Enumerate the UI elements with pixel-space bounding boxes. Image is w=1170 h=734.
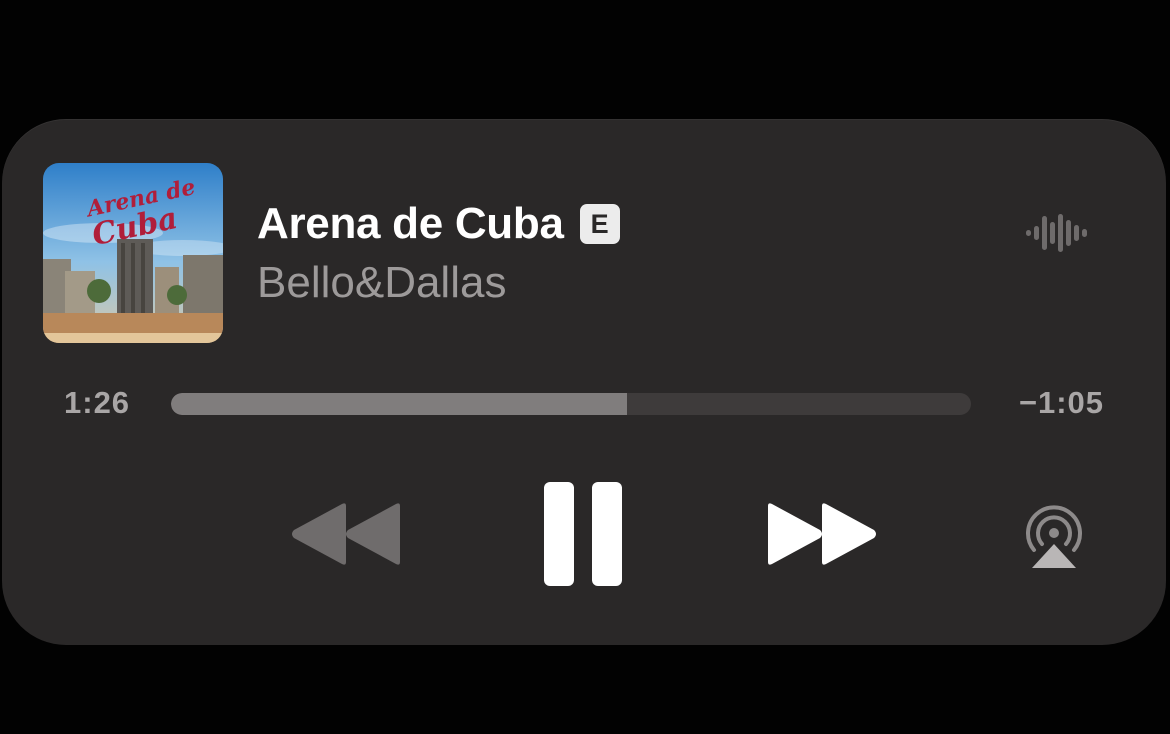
airplay-icon xyxy=(1026,505,1082,568)
progress-scrubber[interactable] xyxy=(171,393,971,415)
fast-forward-button[interactable] xyxy=(764,500,880,568)
rewind-icon xyxy=(292,503,400,565)
album-artwork[interactable]: Arena de Cuba xyxy=(43,163,223,343)
pause-button[interactable] xyxy=(542,480,626,588)
artist-name[interactable]: Bello&Dallas xyxy=(257,258,506,308)
waveform-icon xyxy=(1024,212,1094,254)
track-title: Arena de Cuba xyxy=(257,199,564,248)
airplay-button[interactable] xyxy=(1018,500,1090,570)
pause-icon xyxy=(544,482,622,586)
title-row: Arena de Cuba E xyxy=(257,196,620,252)
progress-fill xyxy=(171,393,627,415)
explicit-badge: E xyxy=(579,204,620,244)
remaining-time: −1:05 xyxy=(1018,385,1104,420)
album-cover-image: Arena de Cuba xyxy=(43,163,223,343)
elapsed-time: 1:26 xyxy=(64,385,131,420)
rewind-button[interactable] xyxy=(288,500,404,568)
fast-forward-icon xyxy=(768,503,876,565)
